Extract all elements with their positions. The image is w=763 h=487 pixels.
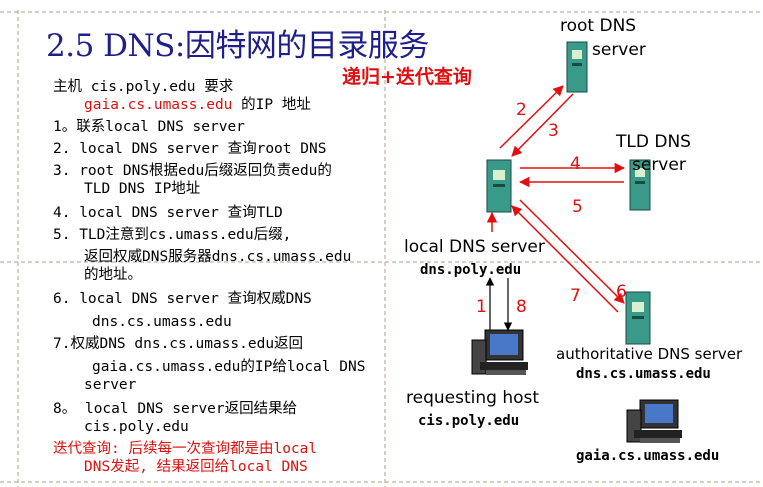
iterative-note-line1: 迭代查询: 后续每一次查询都是由local [53, 441, 318, 457]
local-server-icon [486, 159, 512, 213]
step-7-line3: server [84, 377, 137, 393]
gaia-host-name: gaia.cs.umass.edu [576, 448, 720, 464]
arrow-7 [511, 205, 619, 313]
slide-subtitle: 递归+迭代查询 [342, 66, 472, 88]
requesting-host-label: requesting host [406, 388, 540, 408]
local-dns-host: dns.poly.edu [420, 262, 522, 278]
step-7-line1: 7.权威DNS dns.cs.umass.edu返回 [53, 336, 304, 352]
authoritative-dns-host: dns.cs.umass.edu [576, 366, 711, 382]
step-6-line1: 6. local DNS server 查询权威DNS [53, 291, 312, 307]
step-7-line2: gaia.cs.umass.edu的IP给local DNS [92, 359, 366, 375]
requesting-host-computer-icon [471, 329, 528, 375]
step-3-line1: 3. root DNS根据edu后缀返回负责edu的 [53, 163, 332, 179]
arrow-number-6: 6 [616, 282, 627, 302]
step-8-line1: 8。 local DNS server返回结果给 [53, 401, 298, 417]
root-dns-label-line2: server [592, 40, 646, 60]
step-5-line1: 5. TLD注意到cs.umass.edu后缀, [53, 227, 292, 243]
root-dns-label: root DNS [560, 16, 637, 36]
arrow-number-2: 2 [516, 100, 527, 120]
tld-dns-label: TLD DNS [616, 132, 691, 152]
arrow-number-3: 3 [548, 121, 559, 141]
slide-title: 2.5 DNS:因特网的目录服务 [46, 28, 429, 64]
gaia-computer-icon [626, 399, 682, 443]
step-0-line1: 主机 cis.poly.edu 要求 [53, 79, 234, 95]
local-dns-label: local DNS server [404, 237, 545, 257]
step-5-line2: 返回权威DNS服务器dns.cs.umass.edu [84, 249, 352, 265]
step-2: 2. local DNS server 查询root DNS [53, 141, 327, 157]
authoritative-dns-label: authoritative DNS server [556, 345, 743, 363]
step-3-line2: TLD DNS IP地址 [84, 181, 201, 197]
step-0-line2: gaia.cs.umass.edu 的IP 地址 [84, 96, 311, 114]
arrow-number-7: 7 [570, 286, 581, 306]
target-host: gaia.cs.umass.edu [84, 97, 233, 113]
arrow-number-5: 5 [572, 197, 583, 217]
arrow-number-4: 4 [570, 154, 581, 174]
authoritative-server-icon [625, 291, 651, 345]
requesting-host-name: cis.poly.edu [418, 413, 520, 429]
iterative-note-line2: DNS发起, 结果返回给local DNS [84, 459, 308, 475]
arrow-number-1: 1 [476, 297, 487, 317]
arrow-number-8: 8 [516, 297, 527, 317]
step-0-line2-rest: 的IP 地址 [232, 97, 311, 113]
step-5-line3: 的地址。 [84, 267, 142, 283]
root-server-icon [566, 41, 588, 93]
tld-dns-label-line2: server [632, 155, 686, 175]
step-6-line2: dns.cs.umass.edu [92, 314, 232, 330]
step-8-line2: cis.poly.edu [84, 419, 189, 435]
step-1: 1。联系local DNS server [53, 119, 245, 135]
step-4: 4. local DNS server 查询TLD [53, 205, 283, 221]
